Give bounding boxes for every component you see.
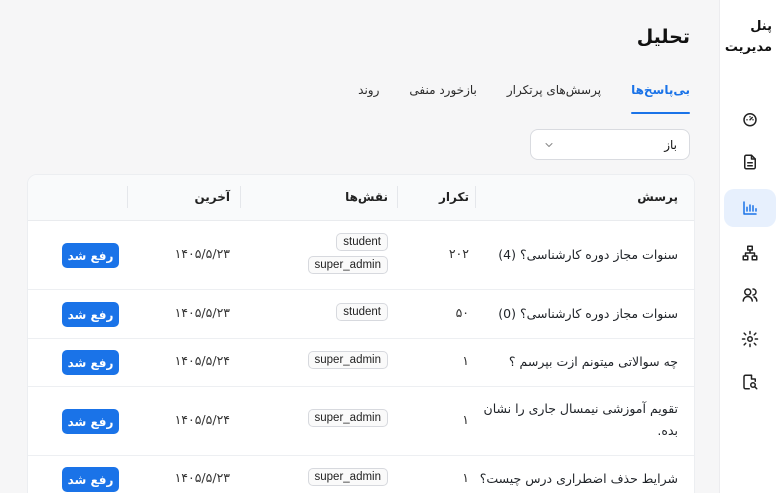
sidebar-item-analytics[interactable]	[724, 189, 776, 227]
count-cell: ۵۰	[455, 305, 469, 320]
roles-cell: super_admin	[307, 409, 388, 427]
latest-date-cell: ۱۴۰۵/۵/۲۴	[174, 353, 230, 368]
sidebar-item-users[interactable]	[724, 276, 776, 314]
role-badge: student	[336, 233, 388, 251]
sidebar-item-settings[interactable]	[724, 320, 776, 358]
resolve-button[interactable]: رفع شد	[62, 243, 119, 268]
question-cell: سنوات مجاز دوره کارشناسی؟ (4)	[498, 247, 678, 262]
main-content: تحلیل بی‌پاسخ‌ها پرسش‌های پرتکرار بازخور…	[0, 0, 719, 493]
sitemap-icon	[742, 245, 758, 261]
resolve-button[interactable]: رفع شد	[62, 467, 119, 492]
question-cell: شرایط حذف اضطراری درس چیست؟	[479, 471, 678, 486]
sidebar-item-structure[interactable]	[724, 234, 776, 272]
table-row: شرایط حذف اضطراری درس چیست؟ ۱ super_admi…	[28, 456, 694, 493]
table-row: سنوات مجاز دوره کارشناسی؟ (0) ۵۰ student…	[28, 290, 694, 339]
sidebar-item-reports[interactable]	[724, 363, 776, 401]
role-badge: super_admin	[307, 468, 388, 486]
role-badge: super_admin	[307, 409, 388, 427]
count-cell: ۱	[462, 412, 469, 427]
resolve-button[interactable]: رفع شد	[62, 350, 119, 375]
header-latest: آخرین	[194, 190, 230, 204]
header-divider	[240, 186, 241, 208]
status-filter-value: باز	[664, 137, 677, 152]
analytics-chart-icon	[743, 201, 757, 215]
latest-date-cell: ۱۴۰۵/۵/۲۳	[174, 246, 230, 261]
count-cell: ۱	[462, 353, 469, 368]
question-cell: چه سوالاتی میتونم ازت بپرسم ؟	[508, 354, 678, 369]
header-divider	[397, 186, 398, 208]
tab-bar: بی‌پاسخ‌ها پرسش‌های پرتکرار بازخورد منفی…	[328, 80, 690, 114]
sidebar-item-documents[interactable]	[724, 143, 776, 181]
roles-cell: super_admin	[307, 351, 388, 369]
table-header: پرسش تکرار نقش‌ها آخرین	[28, 175, 694, 221]
table-row: سنوات مجاز دوره کارشناسی؟ (4) ۲۰۲ studen…	[28, 221, 694, 290]
count-cell: ۱	[462, 470, 469, 485]
page-title: تحلیل	[636, 26, 690, 48]
report-search-icon	[743, 374, 758, 390]
status-filter-select[interactable]: باز	[530, 129, 690, 160]
table-row: تقویم آموزشی نیمسال جاری را نشان بده. ۱ …	[28, 387, 694, 456]
latest-date-cell: ۱۴۰۵/۵/۲۳	[174, 305, 230, 320]
dashboard-gauge-icon	[743, 113, 757, 127]
chevron-down-icon	[545, 142, 553, 147]
roles-cell: student	[336, 303, 388, 321]
count-cell: ۲۰۲	[448, 246, 469, 261]
roles-cell: super_admin	[307, 468, 388, 486]
question-cell: سنوات مجاز دوره کارشناسی؟ (0)	[498, 306, 678, 321]
tab-frequent-questions[interactable]: پرسش‌های پرتکرار	[507, 80, 601, 114]
sidebar: پنل مدیریت	[719, 0, 780, 493]
header-count: تکرار	[439, 190, 469, 204]
header-roles: نقش‌ها	[345, 190, 388, 204]
header-divider	[475, 186, 476, 208]
settings-gear-icon	[741, 330, 759, 348]
header-question: پرسش	[637, 190, 678, 204]
tab-unanswered[interactable]: بی‌پاسخ‌ها	[631, 80, 690, 114]
resolve-button[interactable]: رفع شد	[62, 409, 119, 434]
role-badge: super_admin	[307, 256, 388, 274]
role-badge: student	[336, 303, 388, 321]
unanswered-table: پرسش تکرار نقش‌ها آخرین سنوات مجاز دوره …	[27, 174, 695, 493]
latest-date-cell: ۱۴۰۵/۵/۲۳	[174, 470, 230, 485]
tab-negative-feedback[interactable]: بازخورد منفی	[409, 80, 476, 114]
role-badge: super_admin	[307, 351, 388, 369]
resolve-button[interactable]: رفع شد	[62, 302, 119, 327]
users-icon	[742, 288, 758, 302]
latest-date-cell: ۱۴۰۵/۵/۲۴	[174, 412, 230, 427]
table-row: چه سوالاتی میتونم ازت بپرسم ؟ ۱ super_ad…	[28, 339, 694, 387]
roles-cell: student super_admin	[307, 233, 388, 274]
document-icon	[744, 154, 756, 170]
brand-title: پنل مدیریت	[724, 19, 772, 55]
tab-trend[interactable]: روند	[358, 80, 379, 114]
sidebar-item-dashboard[interactable]	[724, 100, 776, 138]
header-divider	[127, 186, 128, 208]
question-cell: تقویم آموزشی نیمسال جاری را نشان بده.	[483, 401, 678, 438]
